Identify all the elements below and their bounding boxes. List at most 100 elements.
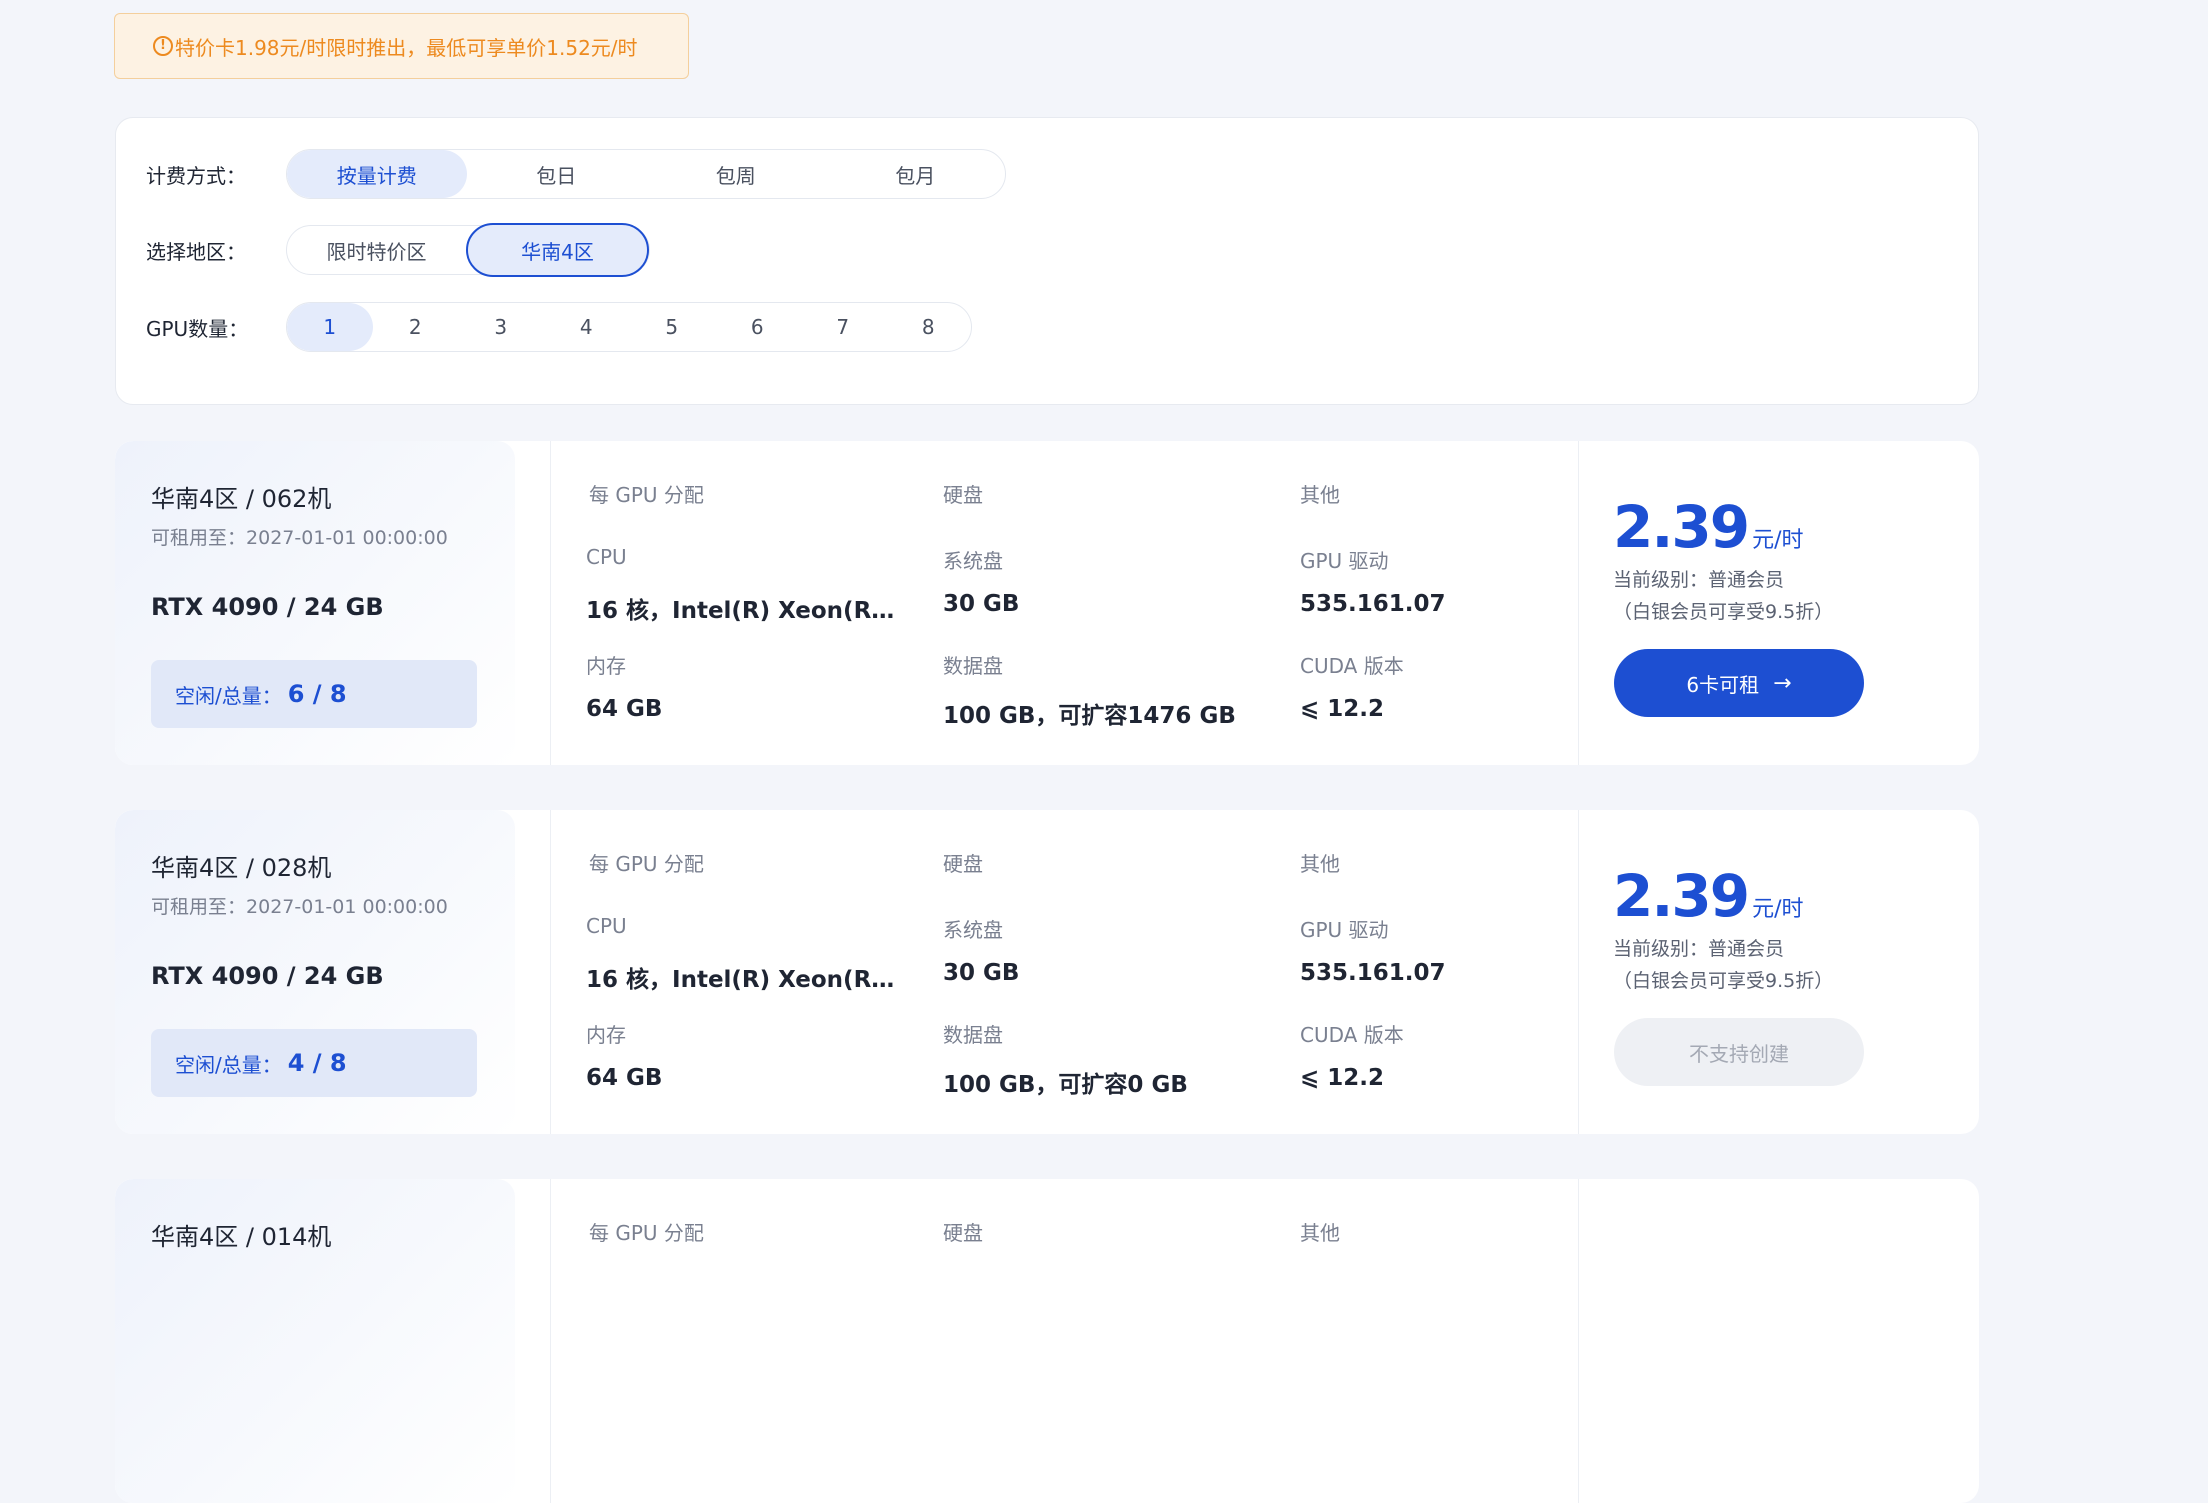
rent-until: 可租用至：2027-01-01 00:00:00 xyxy=(151,523,448,550)
billing-option-pay-as-you-go[interactable]: 按量计费 xyxy=(287,150,467,198)
rent-until-value: 2027-01-01 00:00:00 xyxy=(246,527,448,549)
disk-header: 硬盘 xyxy=(943,483,983,507)
promo-notice-text: 特价卡1.98元/时限时推出，最低可享单价1.52元/时 xyxy=(175,35,638,60)
data-disk-value: 100 GB，可扩容1476 GB xyxy=(943,703,1236,729)
cpu-value: 16 核，Intel(R) Xeon(R… xyxy=(586,967,895,993)
data-disk-label: 数据盘 xyxy=(943,654,1003,678)
gpu-driver-value: 535.161.07 xyxy=(1300,591,1446,617)
price-unit: 元/时 xyxy=(1752,897,1804,922)
cuda-label: CUDA 版本 xyxy=(1300,654,1404,678)
machine-card: 华南4区 / 062机 可租用至：2027-01-01 00:00:00 RTX… xyxy=(115,441,1979,765)
machine-title: 华南4区 / 028机 xyxy=(151,854,332,882)
memory-label: 内存 xyxy=(586,1023,626,1047)
machine-summary: 华南4区 / 062机 可租用至：2027-01-01 00:00:00 RTX… xyxy=(115,441,515,765)
idle-total-badge: 空闲/总量： 4 / 8 xyxy=(151,1029,477,1097)
per-gpu-header: 每 GPU 分配 xyxy=(589,1221,704,1245)
gpu-model: RTX 4090 / 24 GB xyxy=(151,962,384,990)
rent-button-label: 6卡可租 xyxy=(1686,672,1760,697)
member-level: 当前级别：普通会员 xyxy=(1613,569,1785,591)
gpu-count-filter-label: GPU数量： xyxy=(146,316,249,341)
other-header: 其他 xyxy=(1300,483,1340,507)
system-disk-label: 系统盘 xyxy=(943,918,1003,942)
billing-filter-row: 计费方式： 按量计费 包日 包周 包月 xyxy=(146,148,1006,200)
divider xyxy=(1578,810,1579,1134)
rent-until: 可租用至：2027-01-01 00:00:00 xyxy=(151,892,448,919)
cuda-value: ⩽ 12.2 xyxy=(1300,1065,1385,1091)
cpu-value: 16 核，Intel(R) Xeon(R… xyxy=(586,598,895,624)
create-unsupported-label: 不支持创建 xyxy=(1689,1041,1789,1066)
gpu-count-option-8[interactable]: 8 xyxy=(886,303,972,351)
filter-panel: 计费方式： 按量计费 包日 包周 包月 选择地区： 限时特价区 华南4区 GPU… xyxy=(115,117,1979,405)
billing-option-daily[interactable]: 包日 xyxy=(467,150,647,198)
region-option-south-china-4[interactable]: 华南4区 xyxy=(466,223,649,277)
divider xyxy=(1578,441,1579,765)
info-icon: ! xyxy=(153,36,173,56)
other-header: 其他 xyxy=(1300,852,1340,876)
other-header: 其他 xyxy=(1300,1221,1340,1245)
idle-total-value: 6 / 8 xyxy=(287,680,347,708)
machine-title: 华南4区 / 014机 xyxy=(151,1223,332,1251)
billing-selector: 按量计费 包日 包周 包月 xyxy=(286,149,1006,199)
gpu-driver-label: GPU 驱动 xyxy=(1300,918,1389,942)
cuda-value: ⩽ 12.2 xyxy=(1300,696,1385,722)
rent-until-label: 可租用至： xyxy=(151,527,247,549)
billing-filter-label: 计费方式： xyxy=(146,163,246,188)
divider xyxy=(1578,1179,1579,1503)
disk-header: 硬盘 xyxy=(943,852,983,876)
idle-total-value: 4 / 8 xyxy=(287,1049,347,1077)
memory-value: 64 GB xyxy=(586,696,663,722)
per-gpu-header: 每 GPU 分配 xyxy=(589,483,704,507)
region-selector: 限时特价区 华南4区 xyxy=(286,223,650,277)
create-unsupported-button[interactable]: 不支持创建 xyxy=(1614,1018,1864,1086)
gpu-count-option-5[interactable]: 5 xyxy=(629,303,715,351)
system-disk-value: 30 GB xyxy=(943,960,1020,986)
machine-title: 华南4区 / 062机 xyxy=(151,485,332,513)
disk-header: 硬盘 xyxy=(943,1221,983,1245)
rent-until-value: 2027-01-01 00:00:00 xyxy=(246,896,448,918)
promo-notice: ! 特价卡1.98元/时限时推出，最低可享单价1.52元/时 xyxy=(114,13,689,79)
machine-card: 华南4区 / 028机 可租用至：2027-01-01 00:00:00 RTX… xyxy=(115,810,1979,1134)
rent-button[interactable]: 6卡可租 → xyxy=(1614,649,1864,717)
idle-total-label: 空闲/总量： xyxy=(175,683,282,708)
gpu-count-option-7[interactable]: 7 xyxy=(800,303,886,351)
price: 2.39 元/时 xyxy=(1613,493,1804,561)
gpu-count-option-6[interactable]: 6 xyxy=(715,303,801,351)
billing-option-monthly[interactable]: 包月 xyxy=(826,150,1006,198)
gpu-count-option-4[interactable]: 4 xyxy=(544,303,630,351)
machine-summary: 华南4区 / 014机 xyxy=(115,1179,515,1503)
memory-value: 64 GB xyxy=(586,1065,663,1091)
region-filter-row: 选择地区： 限时特价区 华南4区 xyxy=(146,223,650,277)
price-unit: 元/时 xyxy=(1752,528,1804,553)
member-level: 当前级别：普通会员 xyxy=(1613,938,1785,960)
cpu-label: CPU xyxy=(586,914,627,938)
gpu-count-filter-row: GPU数量： 1 2 3 4 5 6 7 8 xyxy=(146,301,972,353)
billing-option-weekly[interactable]: 包周 xyxy=(646,150,826,198)
system-disk-value: 30 GB xyxy=(943,591,1020,617)
price: 2.39 元/时 xyxy=(1613,862,1804,930)
gpu-count-option-1[interactable]: 1 xyxy=(287,303,373,351)
data-disk-value: 100 GB，可扩容0 GB xyxy=(943,1072,1188,1098)
rent-until-label: 可租用至： xyxy=(151,896,247,918)
memory-label: 内存 xyxy=(586,654,626,678)
gpu-count-option-3[interactable]: 3 xyxy=(458,303,544,351)
member-discount: （白银会员可享受9.5折） xyxy=(1613,601,1834,623)
price-value: 2.39 xyxy=(1613,862,1750,930)
idle-total-badge: 空闲/总量： 6 / 8 xyxy=(151,660,477,728)
idle-total-label: 空闲/总量： xyxy=(175,1052,282,1077)
gpu-driver-value: 535.161.07 xyxy=(1300,960,1446,986)
system-disk-label: 系统盘 xyxy=(943,549,1003,573)
machine-card: 华南4区 / 014机 每 GPU 分配 硬盘 其他 xyxy=(115,1179,1979,1503)
region-filter-label: 选择地区： xyxy=(146,239,246,264)
divider xyxy=(550,441,551,765)
member-discount: （白银会员可享受9.5折） xyxy=(1613,970,1834,992)
gpu-count-option-2[interactable]: 2 xyxy=(373,303,459,351)
region-option-special[interactable]: 限时特价区 xyxy=(287,226,466,274)
arrow-right-icon: → xyxy=(1773,670,1792,696)
machine-summary: 华南4区 / 028机 可租用至：2027-01-01 00:00:00 RTX… xyxy=(115,810,515,1134)
per-gpu-header: 每 GPU 分配 xyxy=(589,852,704,876)
cpu-label: CPU xyxy=(586,545,627,569)
gpu-driver-label: GPU 驱动 xyxy=(1300,549,1389,573)
gpu-count-selector: 1 2 3 4 5 6 7 8 xyxy=(286,302,972,352)
gpu-model: RTX 4090 / 24 GB xyxy=(151,593,384,621)
divider xyxy=(550,1179,551,1503)
